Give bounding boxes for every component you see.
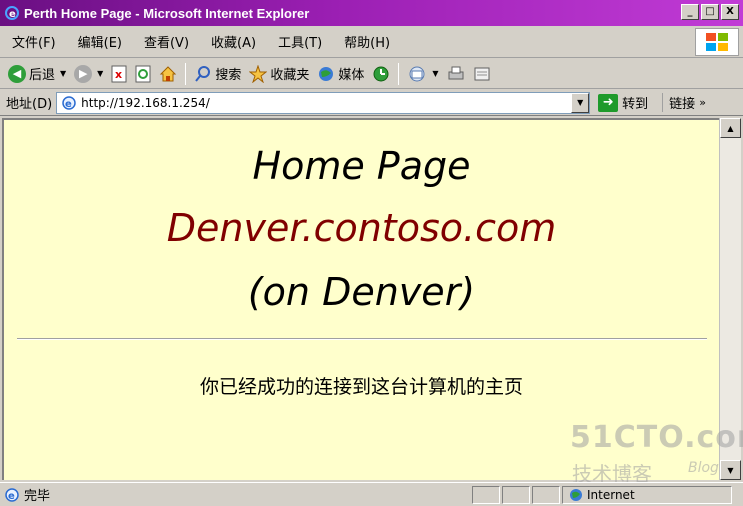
back-button[interactable]: ◀ 后退 ▼ [4,62,70,85]
menu-help[interactable]: 帮助(H) [338,30,396,53]
site-name: Denver.contoso.com [166,206,557,250]
menu-view[interactable]: 查看(V) [138,30,195,53]
print-button[interactable] [443,63,469,85]
mail-button[interactable]: ▼ [403,63,442,85]
status-main: e 完毕 [0,485,470,504]
media-button[interactable]: 媒体 [313,62,368,85]
search-label: 搜索 [215,68,242,83]
edit-page-button[interactable] [469,63,495,85]
media-label: 媒体 [338,68,365,83]
title-bar: e Perth Home Page - Microsoft Internet E… [0,0,743,26]
svg-text:e: e [9,9,16,20]
links-chevron-icon[interactable]: » [699,96,706,109]
forward-dropdown-icon[interactable]: ▼ [97,69,103,78]
window-title: Perth Home Page - Microsoft Internet Exp… [24,5,310,21]
stop-button[interactable]: x [107,63,131,85]
status-pane [532,485,560,504]
status-bar: e 完毕 Internet [0,482,743,506]
status-pane [472,485,500,504]
status-page-icon: e [5,487,19,502]
links-toolbar[interactable]: 链接 [662,93,695,112]
ie-logo-icon: e [4,5,20,21]
back-arrow-icon: ◀ [8,64,26,83]
server-name: (on Denver) [247,270,476,314]
refresh-icon [135,65,151,82]
print-icon [448,66,464,79]
address-label: 地址(D) [6,97,53,112]
back-label: 后退 [29,68,56,83]
back-dropdown-icon[interactable]: ▼ [60,69,66,78]
menu-bar: 文件(F) 编辑(E) 查看(V) 收藏(A) 工具(T) 帮助(H) [0,26,743,58]
status-text: 完毕 [24,489,51,504]
toolbar-separator [398,62,400,85]
menu-tools[interactable]: 工具(T) [272,30,328,53]
favorites-button[interactable]: 收藏夹 [245,62,313,85]
svg-text:e: e [8,491,15,502]
history-button[interactable] [368,63,394,85]
svg-text:e: e [65,99,72,110]
home-icon [160,65,177,81]
menu-favorites[interactable]: 收藏(A) [205,30,262,53]
favorites-star-icon [249,64,268,83]
toolbar: ◀ 后退 ▼ ▶ ▼ x 搜索 收藏夹 媒体 ▼ [0,59,743,89]
svg-text:x: x [115,68,122,81]
edit-page-icon [474,67,490,80]
forward-button[interactable]: ▶ ▼ [70,63,107,85]
go-label: 转到 [622,97,649,112]
toolbar-separator [185,62,187,85]
home-button[interactable] [155,63,181,85]
watermark-blog: Blog [688,460,719,476]
internet-globe-icon [570,488,582,501]
favorites-label: 收藏夹 [270,68,310,83]
menu-file[interactable]: 文件(F) [6,30,62,53]
address-url[interactable]: http://192.168.1.254/ [81,96,210,110]
scroll-up-button[interactable]: ▲ [720,118,741,138]
minimize-button[interactable]: _ [681,4,699,20]
security-zone: Internet [562,485,732,504]
welcome-message: 你已经成功的连接到这台计算机的主页 [199,376,523,398]
zone-label: Internet [587,487,635,502]
address-input[interactable]: e http://192.168.1.254/ ▼ [56,91,591,114]
stop-icon: x [111,65,127,82]
horizontal-rule [16,338,707,340]
search-icon [195,65,211,82]
status-pane [502,485,530,504]
refresh-button[interactable] [131,63,155,85]
search-button[interactable]: 搜索 [190,62,245,85]
media-globe-icon [319,66,334,81]
mail-icon [409,66,425,81]
close-button[interactable]: X [721,4,739,20]
address-bar: 地址(D) e http://192.168.1.254/ ▼ ➜ 转到 链接 … [0,90,743,116]
history-icon [373,66,389,81]
go-arrow-icon: ➜ [598,93,619,112]
address-dropdown-icon[interactable]: ▼ [571,92,590,113]
maximize-button[interactable]: □ [701,4,719,20]
menu-edit[interactable]: 编辑(E) [72,30,128,53]
mail-dropdown-icon[interactable]: ▼ [432,69,438,78]
forward-arrow-icon: ▶ [74,64,93,83]
scroll-down-button[interactable]: ▼ [720,460,741,480]
go-button[interactable]: ➜ 转到 [598,93,648,112]
watermark-logo: 51CTO.com [570,420,743,455]
page-ie-icon: e [62,95,76,110]
page-heading: Home Page [252,144,471,188]
windows-flag-icon [695,28,739,56]
